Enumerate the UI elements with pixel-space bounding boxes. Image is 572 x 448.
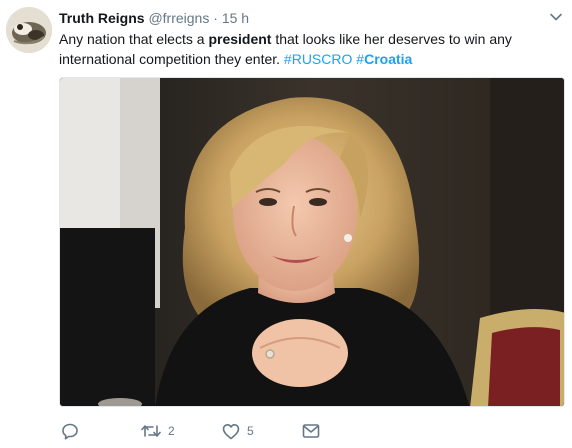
like-count: 5	[247, 424, 254, 438]
envelope-icon	[302, 424, 320, 438]
photo-illustration	[60, 78, 564, 406]
tweet-text-bold: president	[208, 31, 272, 47]
reply-icon	[62, 423, 78, 440]
tweet-media-photo[interactable]	[59, 77, 565, 407]
hashtag-croatia[interactable]: #Croatia	[356, 51, 412, 67]
like-button[interactable]: 5	[222, 420, 254, 442]
tweet-text-part1: Any nation that elects a	[59, 31, 209, 47]
timestamp[interactable]: 15 h	[222, 10, 249, 26]
avatar-image	[6, 7, 52, 53]
chevron-down-icon	[550, 13, 562, 21]
tweet-menu-button[interactable]	[548, 9, 564, 25]
avatar[interactable]	[6, 7, 52, 53]
reply-button[interactable]	[61, 420, 79, 442]
tweet-actions: 2 5	[59, 420, 539, 442]
user-handle[interactable]: @frreigns	[148, 10, 209, 26]
tweet-text: Any nation that elects a president that …	[59, 29, 559, 69]
hashtag-croatia-word: Croatia	[364, 51, 413, 67]
header-separator: ·	[213, 10, 218, 26]
retweet-count: 2	[168, 424, 175, 438]
display-name[interactable]: Truth Reigns	[59, 10, 145, 26]
hashtag-ruscro[interactable]: #RUSCRO	[284, 51, 352, 67]
tweet-card[interactable]: Truth Reigns @frreigns · 15 h Any nation…	[0, 0, 572, 448]
hashtag-croatia-hash: #	[356, 51, 365, 67]
retweet-icon	[141, 425, 161, 437]
tweet-header: Truth Reigns @frreigns · 15 h	[59, 9, 249, 27]
direct-message-button[interactable]	[302, 420, 320, 442]
retweet-button[interactable]: 2	[141, 420, 175, 442]
heart-icon	[222, 423, 240, 439]
